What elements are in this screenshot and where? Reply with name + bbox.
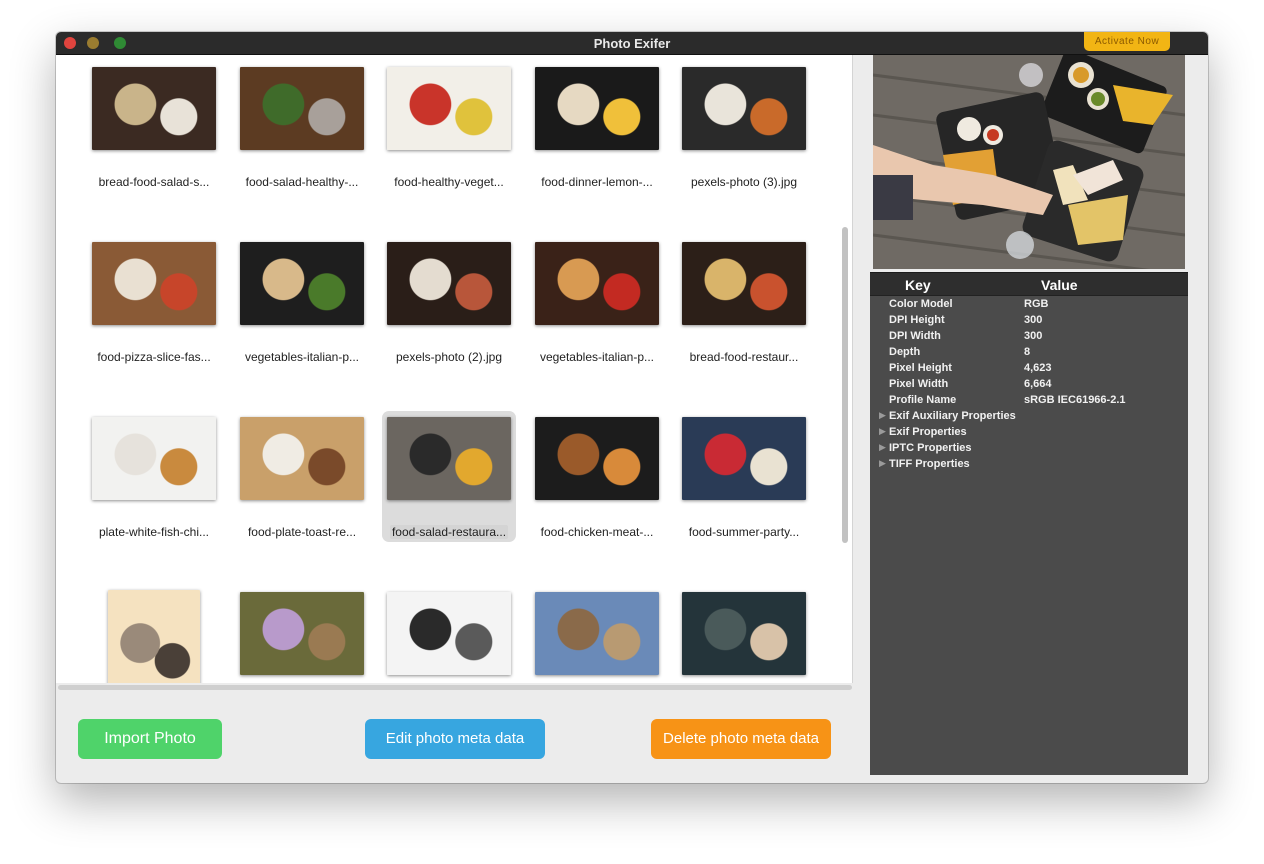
- photo-filename-text: food-summer-party...: [688, 525, 800, 539]
- vertical-scrollbar[interactable]: [842, 227, 848, 543]
- metadata-group-label: Exif Auxiliary Properties: [889, 410, 1016, 422]
- photo-thumbnail[interactable]: [240, 592, 364, 675]
- photo-thumbnail[interactable]: [387, 417, 511, 500]
- metadata-key: Depth: [889, 346, 921, 358]
- metadata-value: 300: [1024, 330, 1043, 342]
- photo-filename: food-pizza-slice-fas...: [78, 350, 230, 364]
- photo-filename: vegetables-italian-p...: [226, 350, 378, 364]
- preview-image: [873, 55, 1185, 269]
- photo-thumbnail[interactable]: [535, 592, 659, 675]
- photo-thumbnail[interactable]: [535, 67, 659, 150]
- photo-thumbnail[interactable]: [387, 592, 511, 675]
- window-title: Photo Exifer: [593, 36, 671, 51]
- photo-filename: bread-food-restaur...: [668, 350, 820, 364]
- metadata-value: 6,664: [1024, 378, 1052, 390]
- photo-filename: food-chicken-meat-...: [521, 525, 673, 539]
- metadata-group[interactable]: ▶ IPTC Properties: [870, 440, 1188, 456]
- photo-thumbnail[interactable]: [92, 242, 216, 325]
- import-photo-button[interactable]: Import Photo: [78, 719, 222, 759]
- metadata-group[interactable]: ▶ TIFF Properties: [870, 456, 1188, 472]
- photo-filename: food-salad-healthy-...: [226, 175, 378, 189]
- metadata-row[interactable]: Pixel Width 6,664: [870, 376, 1188, 392]
- metadata-value: sRGB IEC61966-2.1: [1024, 394, 1126, 406]
- photo-thumbnail[interactable]: [387, 67, 511, 150]
- photo-filename-text: vegetables-italian-p...: [244, 350, 360, 364]
- photo-filename: food-dinner-lemon-...: [521, 175, 673, 189]
- metadata-key: Color Model: [889, 298, 953, 310]
- photo-filename-text: food-dinner-lemon-...: [541, 175, 653, 189]
- photo-thumbnail[interactable]: [682, 417, 806, 500]
- metadata-group[interactable]: ▶ Exif Auxiliary Properties: [870, 408, 1188, 424]
- disclosure-triangle-icon[interactable]: ▶: [879, 442, 886, 453]
- photo-grid: bread-food-salad-s... food-salad-healthy-…: [56, 55, 853, 683]
- metadata-value: 300: [1024, 314, 1043, 326]
- photo-thumbnail[interactable]: [92, 417, 216, 500]
- metadata-row[interactable]: Color Model RGB: [870, 296, 1188, 312]
- metadata-key: DPI Width: [889, 330, 941, 342]
- photo-filename-text: food-pizza-slice-fas...: [97, 350, 211, 364]
- metadata-value: 4,623: [1024, 362, 1052, 374]
- metadata-group[interactable]: ▶ Exif Properties: [870, 424, 1188, 440]
- metadata-key: DPI Height: [889, 314, 945, 326]
- photo-thumbnail[interactable]: [535, 242, 659, 325]
- photo-filename-text: food-plate-toast-re...: [247, 525, 357, 539]
- activate-now-button[interactable]: Activate Now: [1084, 32, 1170, 51]
- metadata-value: RGB: [1024, 298, 1049, 310]
- metadata-group-label: TIFF Properties: [889, 458, 970, 470]
- key-column-header[interactable]: Key: [905, 277, 931, 293]
- metadata-group-label: IPTC Properties: [889, 442, 972, 454]
- photo-filename: plate-white-fish-chi...: [78, 525, 230, 539]
- photo-filename-text: food-healthy-veget...: [394, 175, 504, 189]
- disclosure-triangle-icon[interactable]: ▶: [879, 410, 886, 421]
- photo-filename: food-healthy-veget...: [373, 175, 525, 189]
- photo-filename-text: pexels-photo (3).jpg: [690, 175, 798, 189]
- photo-filename-text: food-salad-healthy-...: [245, 175, 359, 189]
- photo-thumbnail[interactable]: [535, 417, 659, 500]
- photo-filename-text: food-chicken-meat-...: [540, 525, 654, 539]
- photo-filename-text: vegetables-italian-p...: [539, 350, 655, 364]
- photo-thumbnail[interactable]: [240, 242, 364, 325]
- edit-meta-button[interactable]: Edit photo meta data: [365, 719, 545, 759]
- photo-filename: pexels-photo (3).jpg: [668, 175, 820, 189]
- photo-thumbnail[interactable]: [682, 242, 806, 325]
- metadata-row[interactable]: Profile Name sRGB IEC61966-2.1: [870, 392, 1188, 408]
- metadata-key: Pixel Height: [889, 362, 952, 374]
- photo-thumbnail[interactable]: [240, 417, 364, 500]
- disclosure-triangle-icon[interactable]: ▶: [879, 426, 886, 437]
- value-column-header[interactable]: Value: [1041, 277, 1078, 293]
- photo-filename-text: plate-white-fish-chi...: [98, 525, 210, 539]
- photo-filename-text: bread-food-restaur...: [689, 350, 799, 364]
- photo-filename: food-plate-toast-re...: [226, 525, 378, 539]
- metadata-row[interactable]: DPI Height 300: [870, 312, 1188, 328]
- photo-filename-text: bread-food-salad-s...: [98, 175, 210, 189]
- photo-thumbnail[interactable]: [387, 242, 511, 325]
- photo-filename: vegetables-italian-p...: [521, 350, 673, 364]
- metadata-row[interactable]: DPI Width 300: [870, 328, 1188, 344]
- photo-filename: food-summer-party...: [668, 525, 820, 539]
- metadata-key: Profile Name: [889, 394, 957, 406]
- delete-meta-button[interactable]: Delete photo meta data: [651, 719, 831, 759]
- photo-filename: food-salad-restaura...: [373, 525, 525, 539]
- photo-filename-text: food-salad-restaura...: [389, 525, 509, 539]
- disclosure-triangle-icon[interactable]: ▶: [879, 458, 886, 469]
- metadata-group-label: Exif Properties: [889, 426, 967, 438]
- horizontal-scrollbar[interactable]: [58, 685, 852, 690]
- photo-filename-text: pexels-photo (2).jpg: [395, 350, 503, 364]
- photo-thumbnail[interactable]: [682, 67, 806, 150]
- metadata-row[interactable]: Depth 8: [870, 344, 1188, 360]
- photo-thumbnail[interactable]: [92, 67, 216, 150]
- photo-thumbnail[interactable]: [108, 590, 200, 683]
- metadata-panel: Key Value Color Model RGB DPI Height 300 DPI…: [870, 272, 1188, 775]
- photo-filename: bread-food-salad-s...: [78, 175, 230, 189]
- metadata-header: Key Value: [870, 272, 1188, 296]
- metadata-value: 8: [1024, 346, 1031, 358]
- photo-preview: [873, 55, 1185, 269]
- metadata-key: Pixel Width: [889, 378, 949, 390]
- title-bar: Photo Exifer Activate Now: [56, 32, 1208, 55]
- photo-thumbnail[interactable]: [240, 67, 364, 150]
- app-window: Photo Exifer Activate Now bread-food-sal…: [56, 32, 1208, 783]
- metadata-row[interactable]: Pixel Height 4,623: [870, 360, 1188, 376]
- photo-thumbnail[interactable]: [682, 592, 806, 675]
- photo-filename: pexels-photo (2).jpg: [373, 350, 525, 364]
